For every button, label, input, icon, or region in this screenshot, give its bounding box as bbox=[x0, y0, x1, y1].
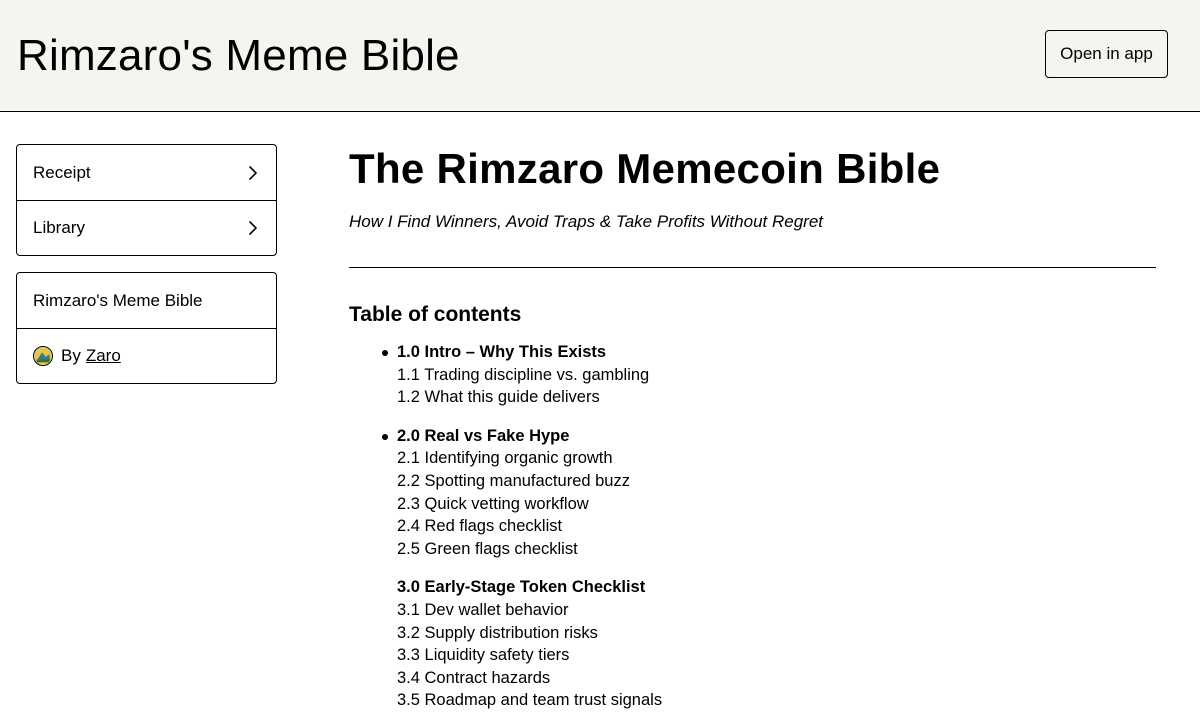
page-subtitle: How I Find Winners, Avoid Traps & Take P… bbox=[349, 212, 823, 231]
toc-item: 2.1 Identifying organic growth bbox=[397, 449, 613, 468]
chevron-right-icon bbox=[249, 221, 257, 235]
sidebar-nav-card: Receipt Library bbox=[16, 144, 277, 256]
product-name-row: Rimzaro's Meme Bible bbox=[17, 273, 276, 328]
toc-item: 3.3 Liquidity safety tiers bbox=[397, 646, 570, 665]
toc-section-title: 1.0 Intro – Why This Exists bbox=[397, 343, 607, 361]
toc-item: 3.1 Dev wallet behavior bbox=[397, 600, 569, 619]
toc-item: 2.5 Green flags checklist bbox=[397, 539, 578, 558]
toc-section: 1.0 Intro – Why This Exists 1.1 Trading … bbox=[382, 341, 1156, 409]
sidebar-item-label: Library bbox=[33, 218, 85, 237]
toc-item: 2.3 Quick vetting workflow bbox=[397, 494, 589, 513]
open-in-app-button[interactable]: Open in app bbox=[1045, 30, 1168, 78]
toc-item: 3.4 Contract hazards bbox=[397, 668, 551, 687]
sidebar-item-label: Receipt bbox=[33, 162, 91, 182]
toc-item: 3.5 Roadmap and team trust signals bbox=[397, 691, 663, 710]
toc-heading: Table of contents bbox=[349, 303, 522, 326]
sidebar-item-receipt[interactable]: Receipt bbox=[17, 145, 276, 200]
toc-item: 2.2 Spotting manufactured buzz bbox=[397, 471, 630, 490]
author-prefix: By bbox=[61, 346, 81, 365]
table-of-contents: 1.0 Intro – Why This Exists 1.1 Trading … bbox=[349, 341, 1156, 712]
chevron-right-icon bbox=[249, 165, 257, 180]
toc-item: 1.1 Trading discipline vs. gambling bbox=[397, 365, 650, 384]
header-title: Rimzaro's Meme Bible bbox=[17, 31, 460, 80]
toc-item: 3.2 Supply distribution risks bbox=[397, 623, 598, 642]
toc-item: 1.2 What this guide delivers bbox=[397, 388, 600, 407]
author-row: By Zaro bbox=[17, 328, 276, 383]
main-content: The Rimzaro Memecoin Bible How I Find Wi… bbox=[349, 140, 1156, 724]
sidebar-item-library[interactable]: Library bbox=[17, 200, 276, 255]
author-link[interactable]: Zaro bbox=[86, 346, 121, 366]
toc-section-title: 3.0 Early-Stage Token Checklist bbox=[397, 578, 646, 597]
product-info-card: Rimzaro's Meme Bible By Zaro bbox=[16, 272, 277, 384]
avatar bbox=[33, 346, 53, 366]
toc-item: 2.4 Red flags checklist bbox=[397, 517, 563, 536]
toc-section-title: 2.0 Real vs Fake Hype bbox=[397, 426, 570, 445]
toc-section: 2.0 Real vs Fake Hype 2.1 Identifying or… bbox=[382, 425, 1156, 561]
top-header: Rimzaro's Meme Bible Open in app bbox=[0, 0, 1200, 112]
toc-section: 3.0 Early-Stage Token Checklist 3.1 Dev … bbox=[397, 576, 1156, 712]
page-title: The Rimzaro Memecoin Bible bbox=[349, 145, 941, 192]
product-name: Rimzaro's Meme Bible bbox=[33, 290, 203, 310]
divider bbox=[349, 267, 1156, 268]
